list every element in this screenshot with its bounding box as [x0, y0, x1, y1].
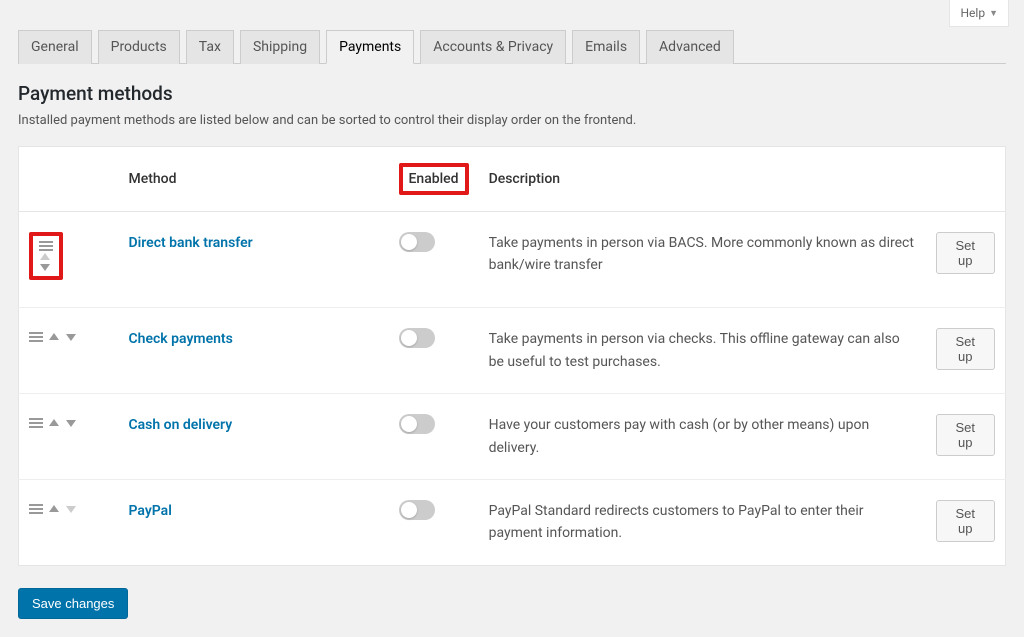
method-link-cod[interactable]: Cash on delivery — [129, 417, 233, 433]
setup-button-cheque[interactable]: Set up — [936, 328, 996, 370]
sort-cell — [19, 394, 119, 480]
section-title: Payment methods — [18, 82, 1006, 105]
tab-tax[interactable]: Tax — [186, 30, 234, 64]
drag-handle-icon[interactable] — [29, 331, 43, 343]
tab-products[interactable]: Products — [98, 30, 180, 64]
method-cell: PayPal — [119, 479, 389, 565]
save-changes-button[interactable]: Save changes — [18, 588, 128, 619]
payment-methods-table: Method Enabled Description Direct bank t… — [18, 146, 1006, 566]
move-down-icon[interactable] — [65, 418, 77, 428]
section-description: Installed payment methods are listed bel… — [18, 113, 1006, 128]
move-up-icon[interactable] — [48, 418, 60, 428]
description-cell: Have your customers pay with cash (or by… — [479, 394, 926, 480]
chevron-down-icon: ▼ — [989, 8, 998, 19]
column-method: Method — [119, 147, 389, 212]
move-up-icon[interactable] — [48, 332, 60, 342]
column-sort — [19, 147, 119, 212]
method-link-paypal[interactable]: PayPal — [129, 503, 172, 519]
table-row: PayPal PayPal Standard redirects customer… — [19, 479, 1006, 565]
action-cell: Set up — [926, 308, 1006, 394]
column-description: Description — [479, 147, 926, 212]
description-cell: Take payments in person via BACS. More c… — [479, 212, 926, 308]
method-cell: Check payments — [119, 308, 389, 394]
tab-payments[interactable]: Payments — [326, 30, 414, 64]
column-enabled: Enabled — [389, 147, 479, 212]
sort-cell — [19, 212, 119, 308]
description-cell: Take payments in person via checks. This… — [479, 308, 926, 394]
drag-handle-icon[interactable] — [29, 503, 43, 515]
sort-controls-highlight — [29, 232, 63, 280]
column-enabled-label: Enabled — [409, 171, 459, 187]
settings-tabs: GeneralProductsTaxShippingPaymentsAccoun… — [18, 30, 1006, 64]
action-cell: Set up — [926, 479, 1006, 565]
description-cell: PayPal Standard redirects customers to P… — [479, 479, 926, 565]
sort-controls — [29, 417, 77, 429]
setup-button-cod[interactable]: Set up — [936, 414, 996, 456]
table-row: Cash on delivery Have your customers pay … — [19, 394, 1006, 480]
setup-button-paypal[interactable]: Set up — [936, 500, 996, 542]
action-cell: Set up — [926, 394, 1006, 480]
drag-handle-icon[interactable] — [39, 240, 53, 252]
move-up-icon[interactable] — [48, 504, 60, 514]
move-up-icon — [39, 252, 53, 262]
enable-toggle-bacs[interactable] — [399, 232, 435, 252]
method-link-cheque[interactable]: Check payments — [129, 331, 233, 347]
table-row: Check payments Take payments in person vi… — [19, 308, 1006, 394]
move-down-icon[interactable] — [65, 332, 77, 342]
enabled-cell — [389, 308, 479, 394]
move-down-icon[interactable] — [39, 262, 53, 272]
drag-handle-icon[interactable] — [29, 417, 43, 429]
sort-controls — [29, 503, 77, 515]
enable-toggle-cod[interactable] — [399, 414, 435, 434]
method-cell: Direct bank transfer — [119, 212, 389, 308]
tab-accounts[interactable]: Accounts & Privacy — [420, 30, 566, 64]
help-label: Help — [960, 6, 985, 20]
help-dropdown[interactable]: Help ▼ — [949, 0, 1009, 27]
method-link-bacs[interactable]: Direct bank transfer — [129, 235, 253, 251]
enable-toggle-paypal[interactable] — [399, 500, 435, 520]
sort-cell — [19, 479, 119, 565]
tab-shipping[interactable]: Shipping — [240, 30, 320, 64]
method-cell: Cash on delivery — [119, 394, 389, 480]
table-row: Direct bank transfer Take payments in per… — [19, 212, 1006, 308]
enable-toggle-cheque[interactable] — [399, 328, 435, 348]
setup-button-bacs[interactable]: Set up — [936, 232, 996, 274]
action-cell: Set up — [926, 212, 1006, 308]
enabled-cell — [389, 212, 479, 308]
enabled-header-highlight: Enabled — [399, 163, 469, 195]
enabled-cell — [389, 394, 479, 480]
sort-cell — [19, 308, 119, 394]
tab-general[interactable]: General — [18, 30, 92, 64]
column-action — [926, 147, 1006, 212]
enabled-cell — [389, 479, 479, 565]
tab-advanced[interactable]: Advanced — [646, 30, 734, 64]
sort-controls — [29, 331, 77, 343]
move-down-icon — [65, 504, 77, 514]
tab-emails[interactable]: Emails — [572, 30, 640, 64]
